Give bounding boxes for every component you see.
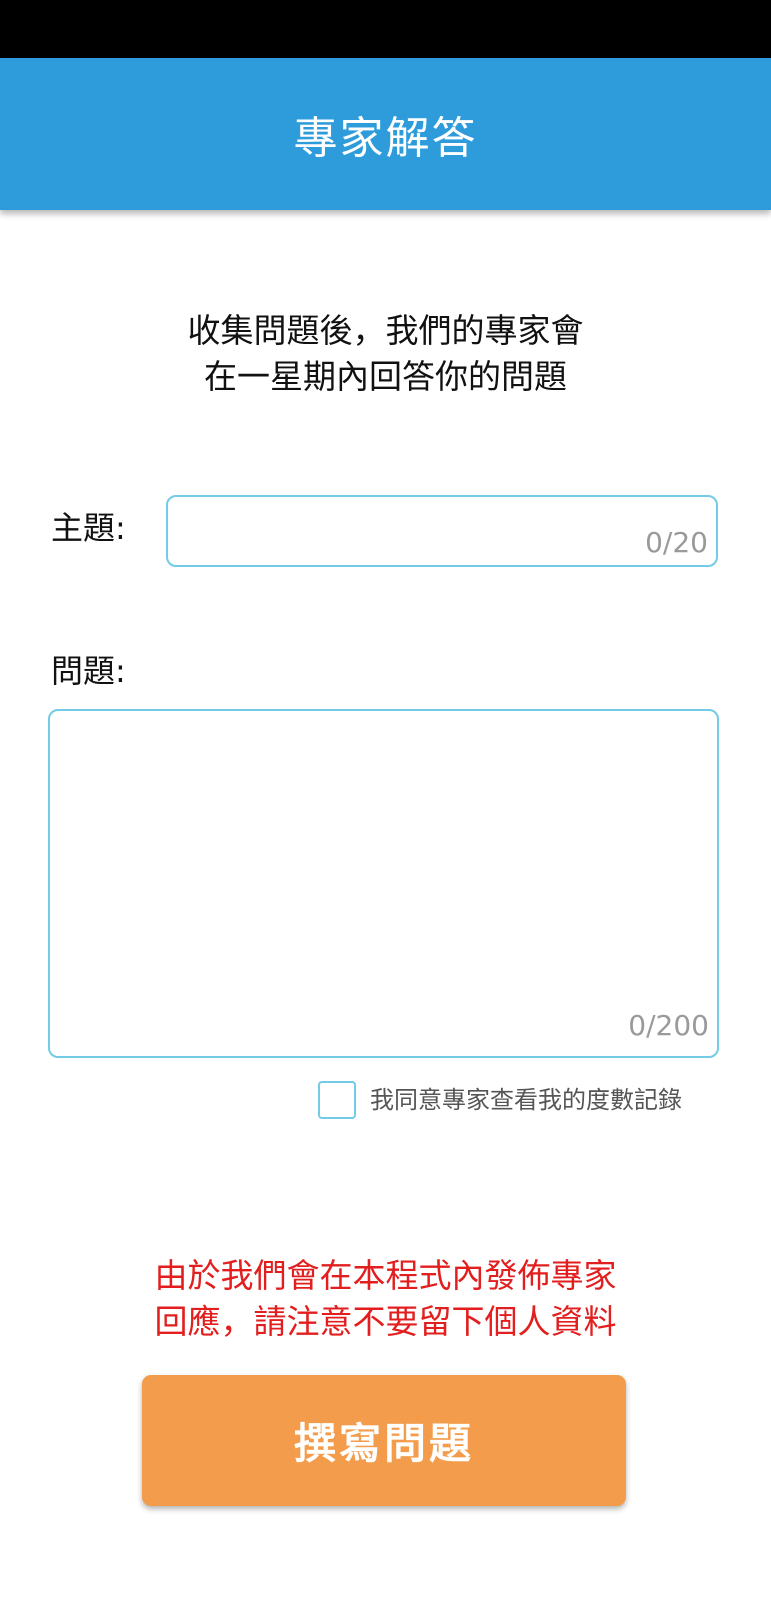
- write-question-button-label: 撰寫問題: [293, 1419, 474, 1468]
- page-title: 專家解答: [293, 113, 478, 164]
- question-char-counter: 0/200: [628, 1009, 709, 1042]
- warning-line-1: 由於我們會在本程式內發佈專家: [154, 1256, 617, 1295]
- question-textarea[interactable]: [64, 723, 704, 993]
- question-field[interactable]: 0/200: [48, 709, 719, 1058]
- intro-text: 收集問題後，我們的專家會 在一星期內回答你的問題: [0, 308, 771, 400]
- question-label: 問題:: [51, 652, 126, 690]
- intro-line-2: 在一星期內回答你的問題: [204, 357, 567, 396]
- write-question-button[interactable]: 撰寫問題: [142, 1375, 626, 1506]
- subject-input[interactable]: [182, 505, 622, 545]
- subject-field[interactable]: 0/20: [166, 495, 718, 567]
- warning-line-2: 回應，請注意不要留下個人資料: [154, 1302, 617, 1341]
- privacy-warning: 由於我們會在本程式內發佈專家 回應，請注意不要留下個人資料: [0, 1253, 771, 1345]
- subject-char-counter: 0/20: [645, 526, 708, 559]
- app-bar: 專家解答: [0, 58, 771, 210]
- intro-line-1: 收集問題後，我們的專家會: [187, 311, 584, 350]
- consent-label[interactable]: 我同意專家查看我的度數記錄: [370, 1084, 682, 1116]
- subject-label: 主題:: [51, 509, 126, 547]
- consent-checkbox[interactable]: [318, 1081, 356, 1119]
- status-bar: [0, 0, 771, 58]
